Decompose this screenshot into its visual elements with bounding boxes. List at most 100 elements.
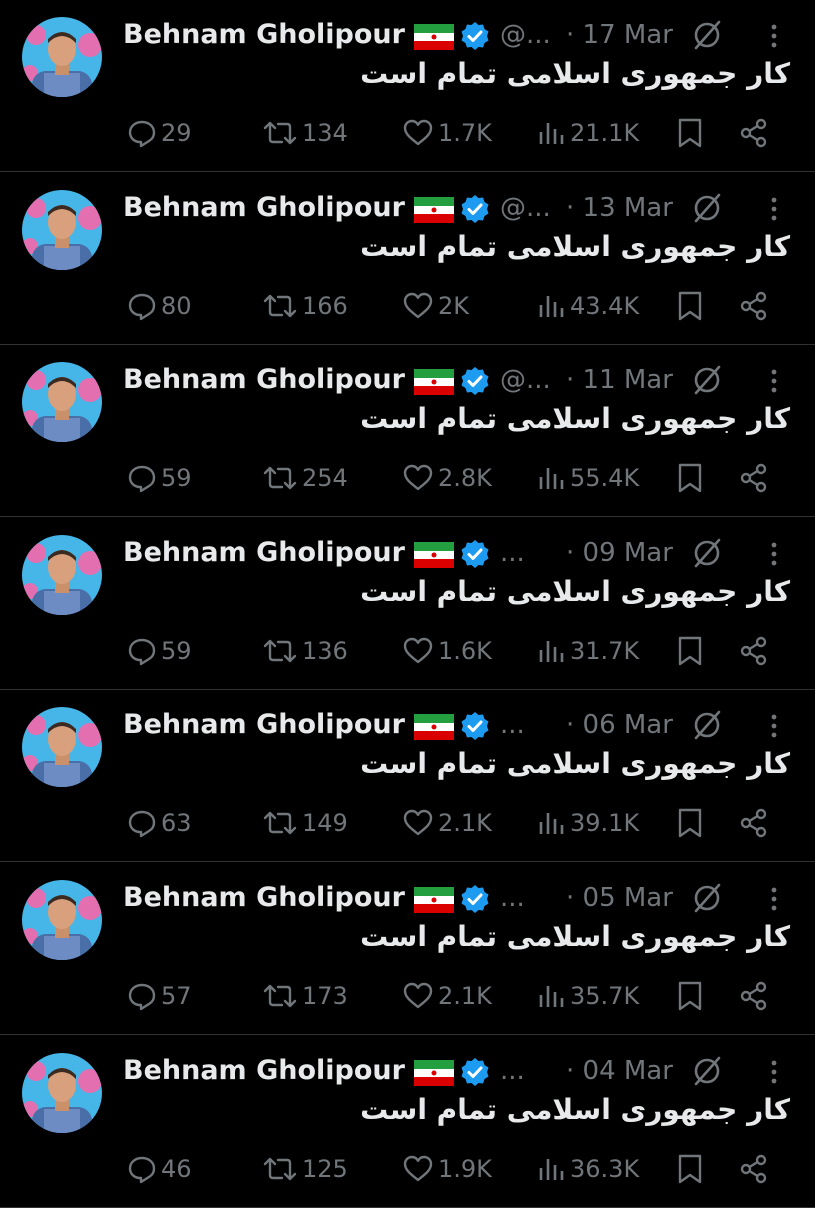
edited-icon[interactable] <box>690 1054 724 1088</box>
verified-badge-icon[interactable] <box>460 21 490 51</box>
author-name[interactable]: Behnam Gholipour <box>123 535 405 571</box>
share-button[interactable] <box>738 458 770 498</box>
like-count: 2K <box>438 291 470 320</box>
reply-button[interactable]: 46 <box>127 1149 192 1189</box>
share-button[interactable] <box>738 286 770 326</box>
retweet-button[interactable]: 166 <box>262 286 348 326</box>
share-button[interactable] <box>738 1149 770 1189</box>
reply-button[interactable]: 63 <box>127 803 192 843</box>
like-button[interactable]: 2.1K <box>402 976 492 1016</box>
more-icon[interactable] <box>764 1059 784 1085</box>
views-button[interactable]: 31.7K <box>536 631 639 671</box>
bookmark-button[interactable] <box>676 803 704 843</box>
tweet[interactable]: Behnam Gholipour ... · 06 Mar کار جمهوری… <box>0 690 815 863</box>
share-button[interactable] <box>738 113 770 153</box>
more-icon[interactable] <box>764 886 784 912</box>
retweet-button[interactable]: 125 <box>262 1149 348 1189</box>
tweet-text: کار جمهوری اسلامی تمام است <box>360 920 790 953</box>
edited-icon[interactable] <box>690 708 724 742</box>
retweet-button[interactable]: 149 <box>262 803 348 843</box>
bookmark-button[interactable] <box>676 976 704 1016</box>
tweet[interactable]: Behnam Gholipour ... · 04 Mar کار جمهوری… <box>0 1036 815 1208</box>
share-button[interactable] <box>738 631 770 671</box>
bookmark-button[interactable] <box>676 458 704 498</box>
more-icon[interactable] <box>764 196 784 222</box>
share-button[interactable] <box>738 976 770 1016</box>
author-handle[interactable]: @... <box>500 190 551 226</box>
views-button[interactable]: 39.1K <box>536 803 639 843</box>
like-button[interactable]: 1.9K <box>402 1149 492 1189</box>
author-handle[interactable]: ... <box>500 880 525 916</box>
bookmark-button[interactable] <box>676 113 704 153</box>
author-handle[interactable]: ... <box>500 535 525 571</box>
reply-button[interactable]: 59 <box>127 631 192 671</box>
verified-badge-icon[interactable] <box>460 711 490 741</box>
edited-icon[interactable] <box>690 363 724 397</box>
author-name[interactable]: Behnam Gholipour <box>123 707 405 743</box>
tweet[interactable]: Behnam Gholipour ... · 05 Mar کار جمهوری… <box>0 863 815 1035</box>
tweet[interactable]: Behnam Gholipour @... · 17 Mar کار جمهور… <box>0 0 815 172</box>
avatar[interactable] <box>22 362 102 443</box>
views-button[interactable]: 55.4K <box>536 458 639 498</box>
reply-button[interactable]: 80 <box>127 286 192 326</box>
tweet[interactable]: Behnam Gholipour ... · 09 Mar کار جمهوری… <box>0 518 815 690</box>
timestamp[interactable]: · 09 Mar <box>566 535 673 571</box>
author-handle[interactable]: @... <box>500 17 551 53</box>
edited-icon[interactable] <box>690 881 724 915</box>
retweet-button[interactable]: 173 <box>262 976 348 1016</box>
verified-badge-icon[interactable] <box>460 539 490 569</box>
tweet[interactable]: Behnam Gholipour @... · 13 Mar کار جمهور… <box>0 173 815 345</box>
author-name[interactable]: Behnam Gholipour <box>123 17 405 53</box>
author-name[interactable]: Behnam Gholipour <box>123 190 405 226</box>
more-icon[interactable] <box>764 713 784 739</box>
more-icon[interactable] <box>764 23 784 49</box>
avatar[interactable] <box>22 707 102 788</box>
edited-icon[interactable] <box>690 191 724 225</box>
bookmark-button[interactable] <box>676 1149 704 1189</box>
more-icon[interactable] <box>764 368 784 394</box>
views-button[interactable]: 36.3K <box>536 1149 639 1189</box>
author-handle[interactable]: ... <box>500 1053 525 1089</box>
reply-button[interactable]: 59 <box>127 458 192 498</box>
author-handle[interactable]: @... <box>500 362 551 398</box>
bookmark-button[interactable] <box>676 631 704 671</box>
timestamp[interactable]: · 05 Mar <box>566 880 673 916</box>
bookmark-button[interactable] <box>676 286 704 326</box>
share-button[interactable] <box>738 803 770 843</box>
like-button[interactable]: 1.6K <box>402 631 492 671</box>
views-button[interactable]: 35.7K <box>536 976 639 1016</box>
more-icon[interactable] <box>764 541 784 567</box>
timestamp[interactable]: · 04 Mar <box>566 1053 673 1089</box>
like-button[interactable]: 2.8K <box>402 458 492 498</box>
timestamp[interactable]: · 17 Mar <box>566 17 673 53</box>
retweet-button[interactable]: 254 <box>262 458 348 498</box>
author-handle[interactable]: ... <box>500 707 525 743</box>
views-button[interactable]: 21.1K <box>536 113 639 153</box>
verified-badge-icon[interactable] <box>460 194 490 224</box>
timestamp[interactable]: · 11 Mar <box>566 362 673 398</box>
like-button[interactable]: 1.7K <box>402 113 492 153</box>
avatar[interactable] <box>22 189 102 270</box>
edited-icon[interactable] <box>690 18 724 52</box>
avatar[interactable] <box>22 880 102 960</box>
retweet-button[interactable]: 136 <box>262 631 348 671</box>
author-name[interactable]: Behnam Gholipour <box>123 880 405 916</box>
reply-button[interactable]: 29 <box>127 113 192 153</box>
avatar[interactable] <box>22 1052 102 1133</box>
like-button[interactable]: 2.1K <box>402 803 492 843</box>
timestamp[interactable]: · 13 Mar <box>566 190 673 226</box>
verified-badge-icon[interactable] <box>460 884 490 914</box>
verified-badge-icon[interactable] <box>460 1057 490 1087</box>
timestamp[interactable]: · 06 Mar <box>566 707 673 743</box>
author-name[interactable]: Behnam Gholipour <box>123 1053 405 1089</box>
like-button[interactable]: 2K <box>402 286 469 326</box>
edited-icon[interactable] <box>690 536 724 570</box>
verified-badge-icon[interactable] <box>460 366 490 396</box>
retweet-button[interactable]: 134 <box>262 113 348 153</box>
author-name[interactable]: Behnam Gholipour <box>123 362 405 398</box>
views-button[interactable]: 43.4K <box>536 286 639 326</box>
reply-button[interactable]: 57 <box>127 976 192 1016</box>
avatar[interactable] <box>22 534 102 615</box>
tweet[interactable]: Behnam Gholipour @... · 11 Mar کار جمهور… <box>0 345 815 518</box>
avatar[interactable] <box>22 17 102 97</box>
